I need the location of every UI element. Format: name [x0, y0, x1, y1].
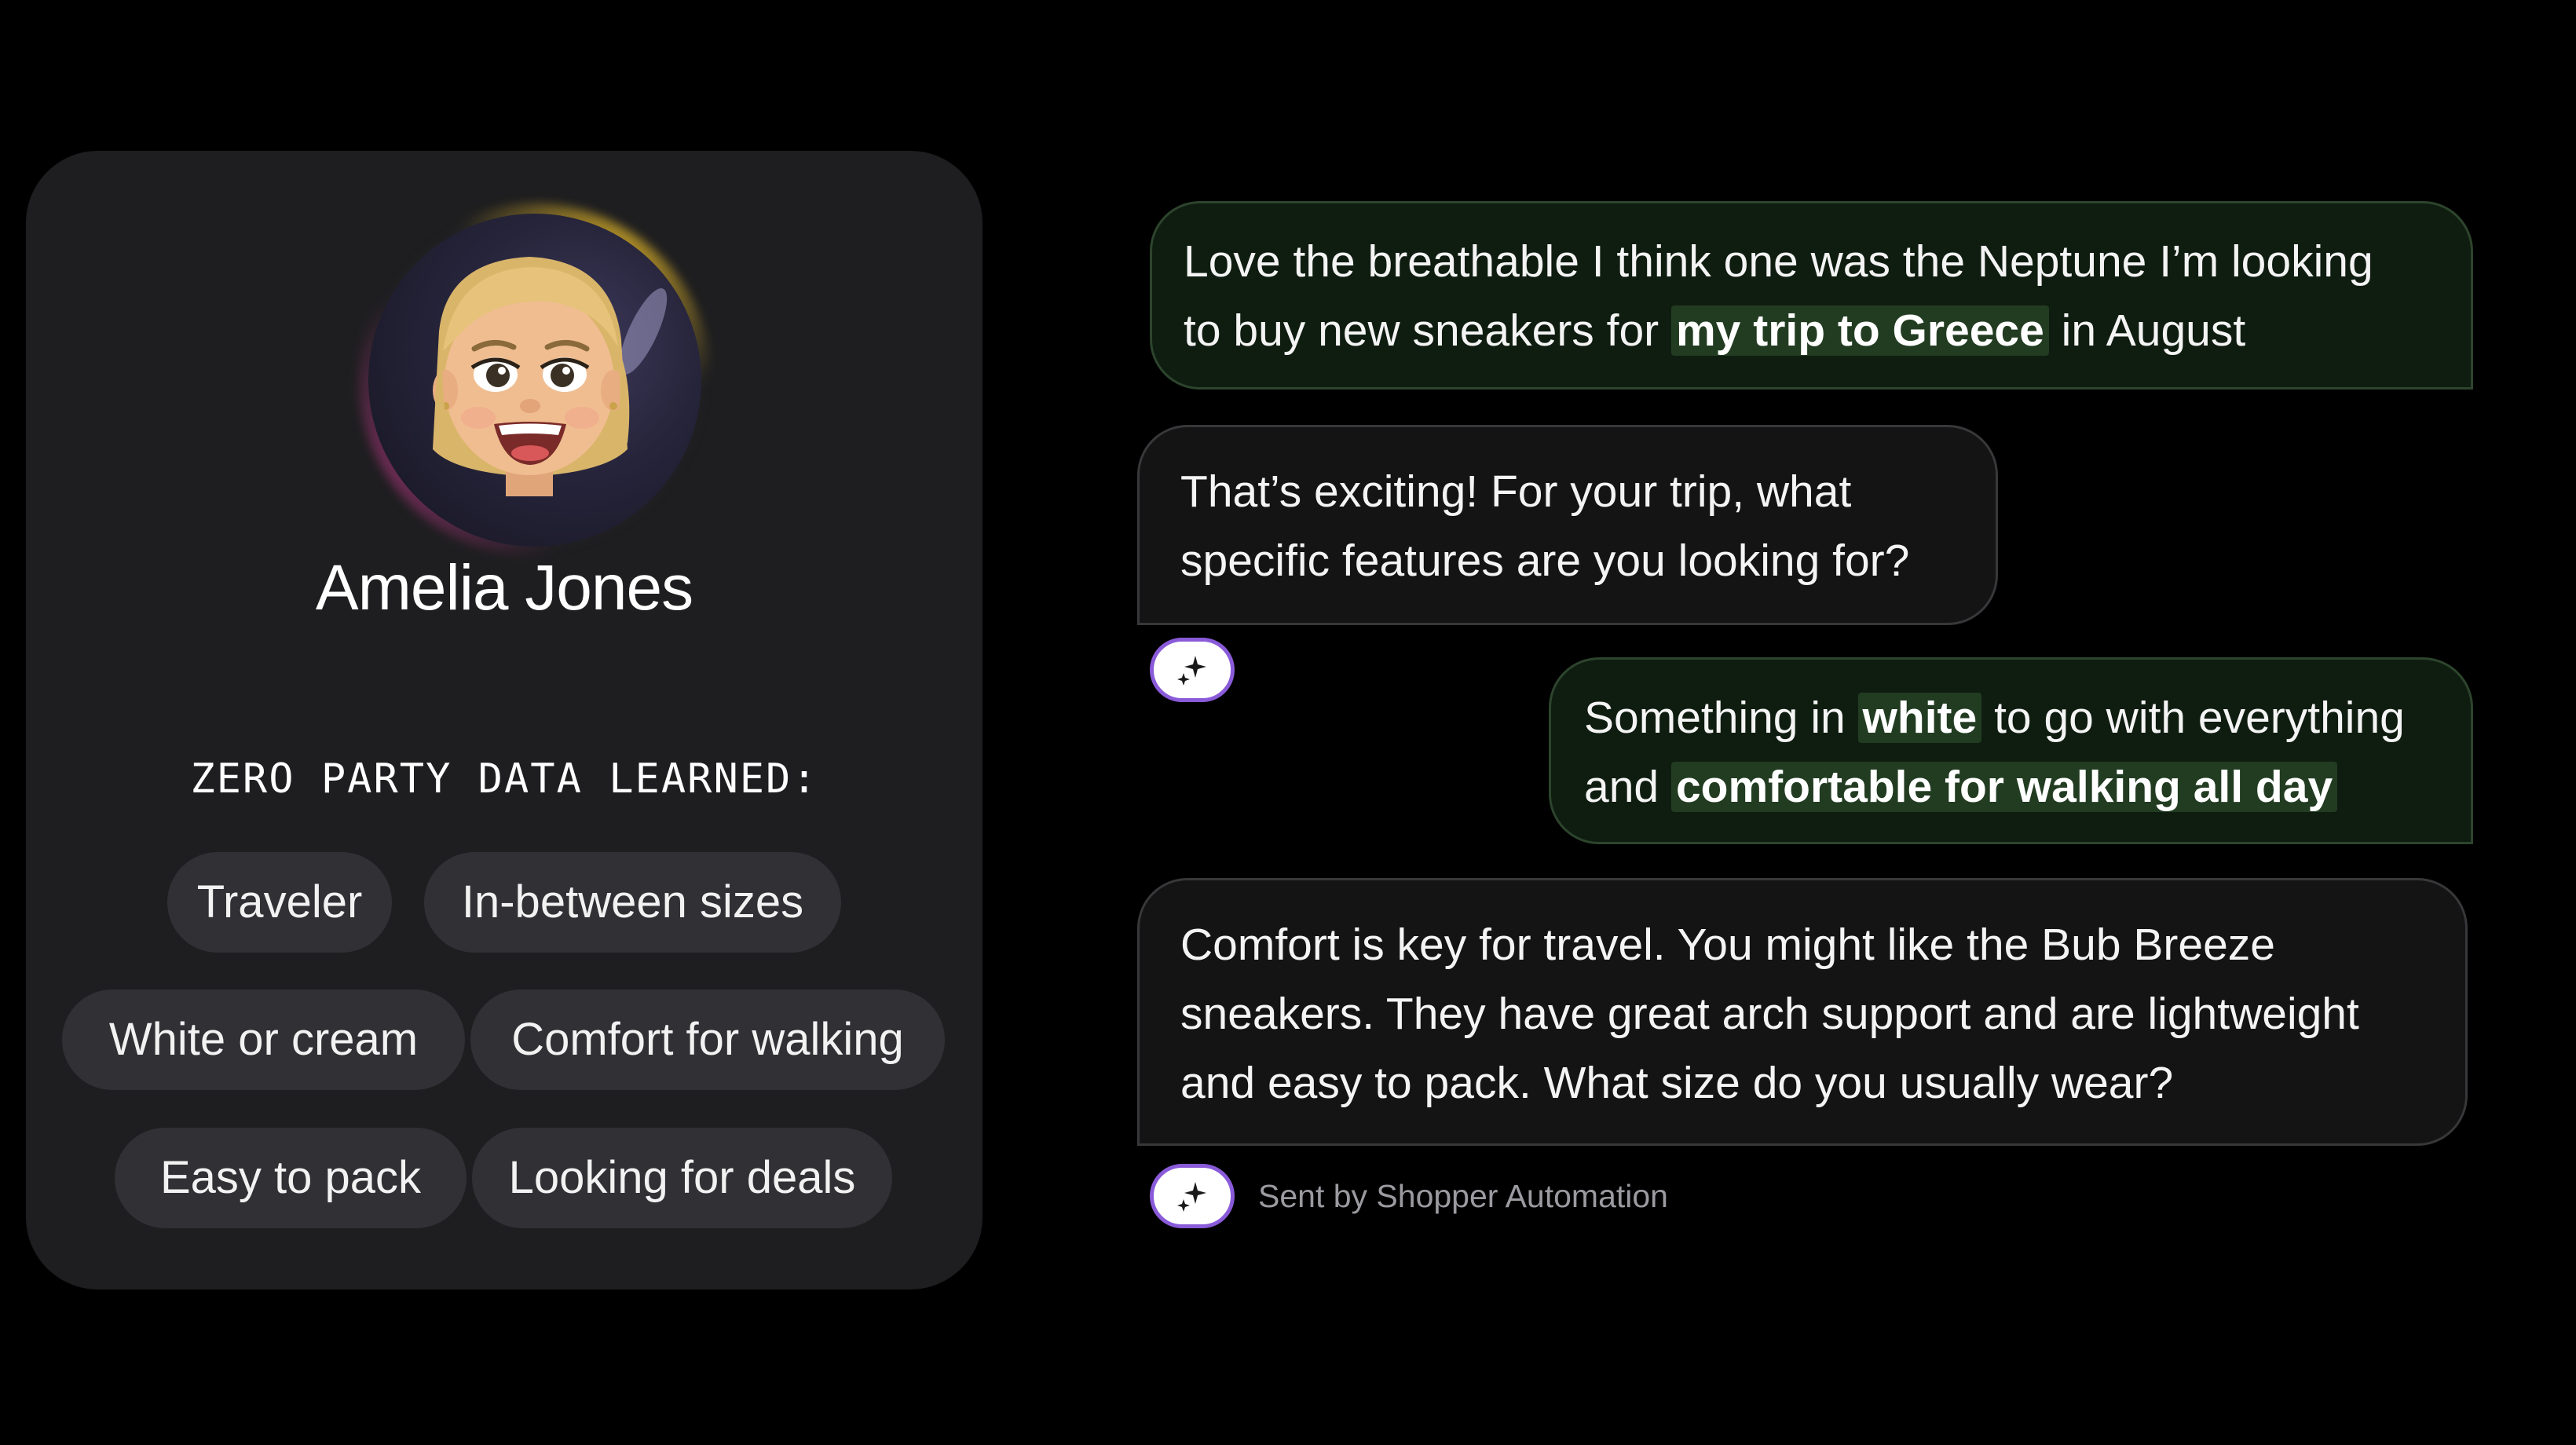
message-line: and comfortable for walking all day	[1584, 752, 2438, 821]
message-text: to buy new sneakers for	[1184, 305, 1671, 356]
profile-name: Amelia Jones	[315, 552, 693, 624]
message-line: to buy new sneakers for my trip to Greec…	[1184, 296, 2439, 365]
sent-by-label: Sent by Shopper Automation	[1258, 1178, 1668, 1214]
message-bot-2: Comfort is key for travel. You might lik…	[1137, 878, 2468, 1146]
message-line: Love the breathable I think one was the …	[1184, 227, 2439, 296]
message-text: and	[1584, 762, 1671, 812]
sparkle-icon	[1177, 656, 1206, 686]
message-line: specific features are you looking for?	[1180, 536, 1910, 586]
message-text: Something in	[1584, 693, 1858, 743]
message-line: Something in white to go with everything	[1584, 683, 2438, 752]
message-text: Love the breathable I think one was the …	[1184, 236, 2373, 287]
sparkle-icon	[1177, 1182, 1206, 1212]
message-text: in August	[2048, 305, 2246, 356]
message-line: That’s exciting! For your trip, what	[1180, 466, 1852, 517]
message-line: Comfort is key for travel. You might lik…	[1180, 920, 2275, 970]
tag-easy-to-pack: Easy to pack	[115, 1128, 467, 1228]
tag-traveler: Traveler	[167, 852, 392, 953]
message-line: and easy to pack. What size do you usual…	[1180, 1058, 2174, 1108]
profile-card: Amelia Jones ZERO PARTY DATA LEARNED: Tr…	[26, 151, 982, 1290]
memoji-avatar-icon	[433, 257, 668, 496]
highlighted-phrase: white	[1857, 693, 1982, 743]
shopper-automation-badge[interactable]	[1150, 1164, 1235, 1228]
avatar-circle	[368, 214, 701, 547]
message-user-2: Something in white to go with everything…	[1549, 657, 2473, 844]
message-line: sneakers. They have great arch support a…	[1180, 989, 2359, 1039]
tag-looking-for-deals: Looking for deals	[472, 1128, 892, 1228]
zero-party-data-heading: ZERO PARTY DATA LEARNED:	[190, 755, 818, 803]
tag-in-between-sizes: In-between sizes	[424, 852, 841, 953]
tag-comfort-for-walking: Comfort for walking	[470, 990, 945, 1090]
stage: Amelia Jones ZERO PARTY DATA LEARNED: Tr…	[0, 0, 2576, 1445]
message-bot-1: That’s exciting! For your trip, what spe…	[1137, 425, 1998, 625]
message-text: to go with everything	[1981, 693, 2405, 743]
message-user-1: Love the breathable I think one was the …	[1150, 201, 2473, 390]
highlighted-phrase: comfortable for walking all day	[1670, 762, 2338, 812]
tag-white-or-cream: White or cream	[62, 990, 465, 1090]
shopper-automation-badge[interactable]	[1150, 638, 1235, 702]
avatar	[358, 203, 712, 557]
highlighted-phrase: my trip to Greece	[1671, 305, 2049, 356]
